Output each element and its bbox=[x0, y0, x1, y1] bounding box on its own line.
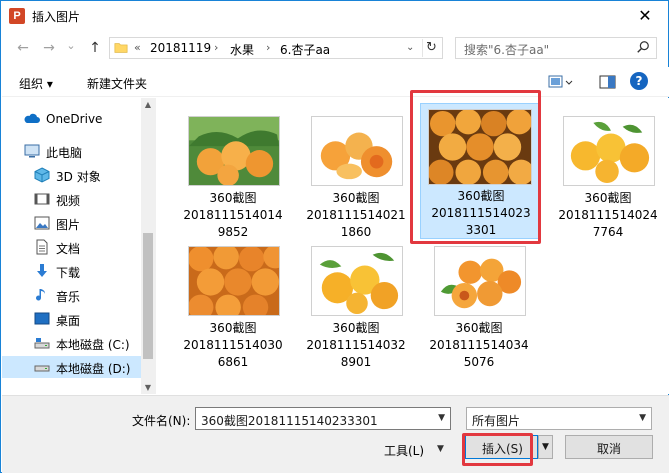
sidebar-item-label: 音乐 bbox=[56, 290, 81, 304]
breadcrumb-item[interactable]: 6.杏子aa bbox=[280, 41, 330, 58]
breadcrumb-overflow[interactable]: « bbox=[134, 41, 141, 54]
navigation-pane: OneDrive 此电脑 3D 对象 视频 图片 文档 下载 音乐 桌面 本地磁… bbox=[2, 98, 156, 394]
sidebar-item-label: 3D 对象 bbox=[56, 170, 101, 184]
file-name: 360截图 2018111514032 8901 bbox=[306, 321, 406, 369]
music-icon bbox=[36, 289, 45, 301]
help-icon[interactable]: ? bbox=[630, 72, 648, 90]
highlight-selected-file bbox=[410, 90, 541, 244]
new-folder-button[interactable]: 新建文件夹 bbox=[87, 75, 147, 92]
file-type-select[interactable]: 所有图片 ▼ bbox=[466, 407, 652, 430]
chevron-down-icon[interactable]: ▼ bbox=[438, 413, 445, 423]
sidebar-item-music[interactable]: 音乐 bbox=[2, 284, 142, 306]
sidebar-item-3d-objects[interactable]: 3D 对象 bbox=[2, 164, 142, 186]
insert-options-dropdown[interactable]: ▼ bbox=[538, 435, 553, 459]
filename-input[interactable]: 360截图20181115140233301 ▼ bbox=[195, 407, 451, 430]
file-tile[interactable]: 360截图 2018111514014 9852 bbox=[174, 108, 292, 240]
organize-menu[interactable]: 组织 ▾ bbox=[19, 75, 53, 92]
folder-icon bbox=[114, 43, 128, 53]
sidebar-item-label: 视频 bbox=[56, 194, 81, 208]
sidebar-item-label: 文档 bbox=[56, 242, 81, 256]
breadcrumb-item[interactable]: 水果 bbox=[230, 41, 254, 58]
sidebar-item-label: 下载 bbox=[56, 266, 81, 280]
sidebar-item-label: OneDrive bbox=[46, 112, 103, 126]
file-tile[interactable]: 360截图 2018111514034 5076 bbox=[420, 238, 538, 370]
sidebar-item-desktop[interactable]: 桌面 bbox=[2, 308, 142, 330]
apricot-thumbnail bbox=[188, 246, 280, 316]
preview-pane-icon[interactable] bbox=[599, 73, 617, 91]
apricot-thumbnail bbox=[563, 116, 655, 186]
sidebar-item-label: 此电脑 bbox=[46, 146, 83, 160]
insert-picture-dialog: P 插入图片 ✕ ← → ⌄ ↑ « 20181119 › 水果 › 6.杏子a… bbox=[0, 0, 669, 473]
refresh-button[interactable]: ↻ bbox=[422, 39, 440, 57]
documents-icon bbox=[36, 239, 48, 255]
apricot-thumbnail bbox=[311, 116, 403, 186]
drive-c-icon bbox=[34, 338, 50, 349]
sidebar-item-drive-d[interactable]: 本地磁盘 (D:) bbox=[2, 356, 142, 378]
file-name: 360截图 2018111514014 9852 bbox=[183, 191, 283, 239]
drive-d-icon bbox=[34, 365, 50, 372]
sidebar-item-label: 本地磁盘 (D:) bbox=[56, 362, 131, 376]
cancel-button[interactable]: 取消 bbox=[565, 435, 653, 459]
filename-value: 360截图20181115140233301 bbox=[201, 414, 378, 428]
recent-locations-dropdown[interactable]: ⌄ bbox=[61, 37, 81, 55]
powerpoint-icon: P bbox=[9, 8, 25, 24]
sidebar-item-label: 图片 bbox=[56, 218, 81, 232]
file-tile[interactable]: 360截图 2018111514021 1860 bbox=[297, 108, 415, 240]
breadcrumb-item[interactable]: 20181119 bbox=[150, 41, 211, 55]
file-name: 360截图 2018111514024 7764 bbox=[558, 191, 658, 239]
videos-icon bbox=[34, 193, 50, 205]
filename-label: 文件名(N): bbox=[132, 414, 191, 428]
apricot-thumbnail bbox=[311, 246, 403, 316]
sidebar-item-onedrive[interactable]: OneDrive bbox=[2, 108, 142, 130]
forward-button[interactable]: → bbox=[39, 39, 59, 57]
sidebar-item-label: 桌面 bbox=[56, 314, 81, 328]
tools-menu[interactable]: 工具(L) bbox=[384, 442, 424, 459]
file-name: 360截图 2018111514021 1860 bbox=[306, 191, 406, 239]
onedrive-icon bbox=[24, 113, 40, 123]
sidebar-item-videos[interactable]: 视频 bbox=[2, 188, 142, 210]
3d-objects-icon bbox=[34, 167, 50, 183]
downloads-icon bbox=[37, 264, 47, 277]
search-input[interactable]: 搜索"6.杏子aa" bbox=[455, 37, 657, 59]
close-button[interactable]: ✕ bbox=[622, 1, 668, 31]
scrollbar-thumb[interactable] bbox=[143, 233, 153, 359]
sidebar-item-drive-c[interactable]: 本地磁盘 (C:) bbox=[2, 332, 142, 354]
scroll-up-icon[interactable]: ▲ bbox=[141, 100, 155, 109]
file-tile[interactable]: 360截图 2018111514032 8901 bbox=[297, 238, 415, 370]
breadcrumb-separator[interactable]: › bbox=[266, 41, 270, 54]
file-type-value: 所有图片 bbox=[472, 414, 521, 428]
scroll-down-icon[interactable]: ▼ bbox=[141, 383, 155, 392]
chevron-down-icon[interactable]: ▼ bbox=[639, 413, 646, 423]
window-title: 插入图片 bbox=[32, 10, 81, 24]
apricot-thumbnail bbox=[434, 246, 526, 316]
dialog-footer: 文件名(N): 360截图20181115140233301 ▼ 所有图片 ▼ … bbox=[2, 395, 669, 473]
file-name: 360截图 2018111514034 5076 bbox=[429, 321, 529, 369]
up-button[interactable]: ↑ bbox=[85, 39, 105, 57]
sidebar-item-pictures[interactable]: 图片 bbox=[2, 212, 142, 234]
back-button[interactable]: ← bbox=[13, 39, 33, 57]
pictures-icon bbox=[34, 216, 50, 230]
cancel-label: 取消 bbox=[596, 442, 621, 456]
command-bar: 组织 ▾ 新建文件夹 ? bbox=[2, 67, 669, 97]
sidebar-item-documents[interactable]: 文档 bbox=[2, 236, 142, 258]
desktop-icon bbox=[34, 312, 50, 325]
file-name: 360截图 2018111514030 6861 bbox=[183, 321, 283, 369]
breadcrumb-separator[interactable]: › bbox=[214, 41, 218, 54]
file-tile[interactable]: 360截图 2018111514024 7764 bbox=[549, 108, 667, 240]
address-dropdown-icon[interactable]: ⌄ bbox=[406, 42, 414, 53]
view-options-icon[interactable] bbox=[548, 73, 574, 91]
highlight-insert-button bbox=[462, 433, 533, 466]
apricot-thumbnail bbox=[188, 116, 280, 186]
sidebar-item-label: 本地磁盘 (C:) bbox=[56, 338, 130, 352]
this-pc-icon bbox=[24, 144, 40, 158]
sidebar-item-this-pc[interactable]: 此电脑 bbox=[2, 140, 142, 162]
search-placeholder: 搜索"6.杏子aa" bbox=[464, 43, 550, 57]
file-tile[interactable]: 360截图 2018111514030 6861 bbox=[174, 238, 292, 370]
title-bar: P 插入图片 ✕ bbox=[1, 1, 668, 31]
search-icon bbox=[637, 41, 649, 53]
sidebar-scrollbar[interactable]: ▲ ▼ bbox=[141, 98, 155, 394]
sidebar-item-downloads[interactable]: 下载 bbox=[2, 260, 142, 282]
chevron-down-icon[interactable]: ▼ bbox=[437, 444, 444, 454]
address-bar[interactable]: « 20181119 › 水果 › 6.杏子aa ⌄ ↻ bbox=[109, 37, 443, 59]
